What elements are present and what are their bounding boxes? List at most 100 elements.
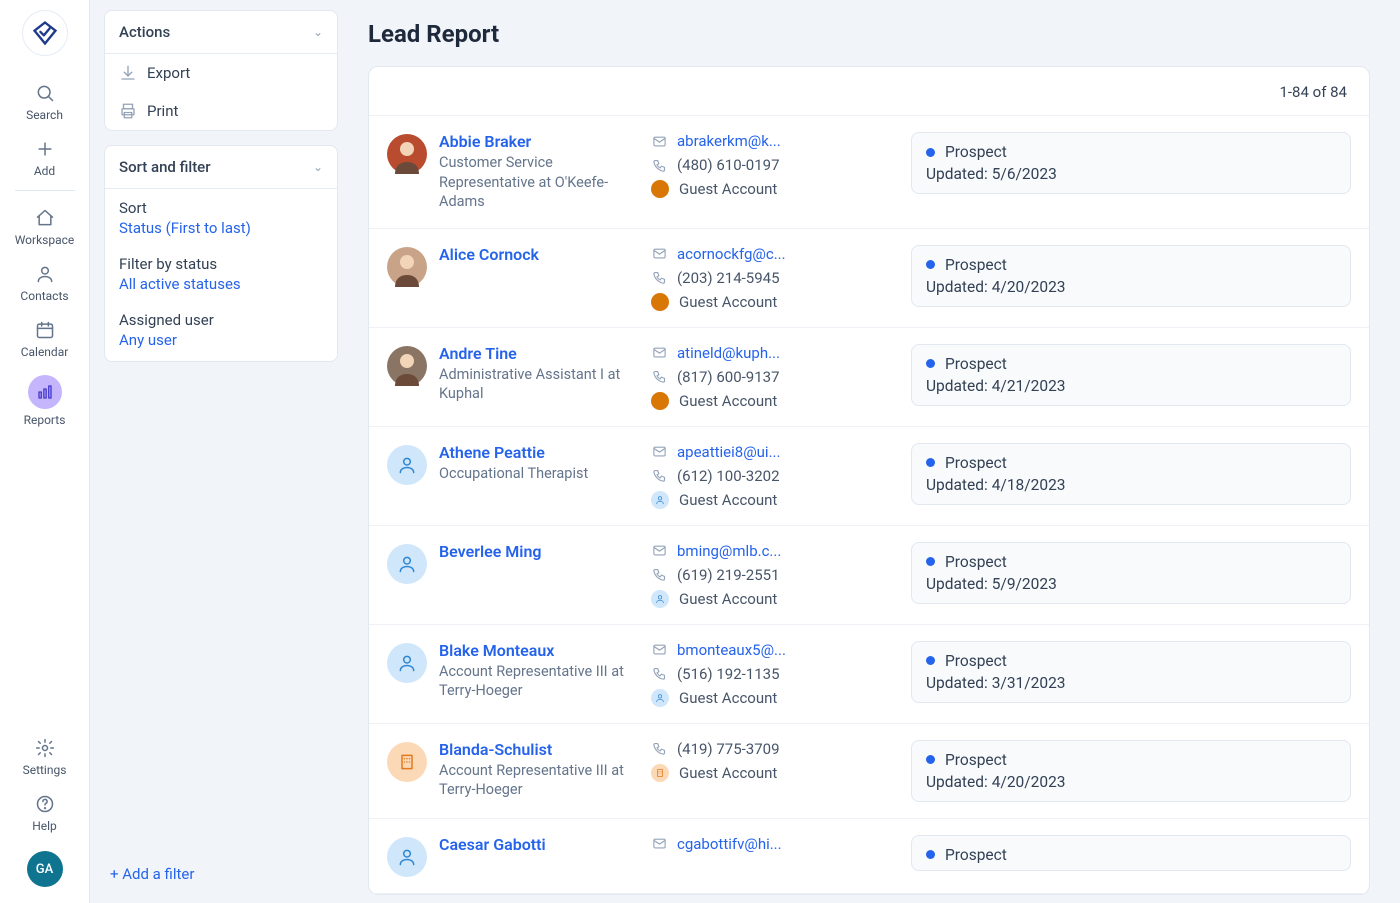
assigned-avatar bbox=[651, 491, 669, 509]
assigned-avatar bbox=[651, 689, 669, 707]
email-text: apeattiei8@ui... bbox=[677, 443, 780, 461]
lead-row[interactable]: Blanda-Schulist Account Representative I… bbox=[369, 724, 1369, 819]
sortfilter-title: Sort and filter bbox=[119, 158, 211, 176]
nav-item-contacts[interactable]: Contacts bbox=[10, 253, 80, 309]
nav-item-search[interactable]: Search bbox=[10, 72, 80, 128]
nav-item-settings[interactable]: Settings bbox=[10, 727, 80, 783]
status-label: Prospect bbox=[945, 143, 1007, 161]
lead-row[interactable]: Caesar Gabotti cgabottifv@hi... Prospect bbox=[369, 819, 1369, 894]
updated-date: 4/20/2023 bbox=[992, 773, 1066, 791]
lead-assigned: Guest Account bbox=[651, 590, 899, 608]
nav-item-help[interactable]: Help bbox=[10, 783, 80, 839]
nav-item-calendar[interactable]: Calendar bbox=[10, 309, 80, 365]
lead-phone[interactable]: (516) 192-1135 bbox=[651, 665, 899, 683]
email-text: bming@mlb.c... bbox=[677, 542, 781, 560]
lead-phone[interactable]: (480) 610-0197 bbox=[651, 156, 899, 174]
lead-email[interactable]: bmonteaux5@... bbox=[651, 641, 899, 659]
lead-row[interactable]: Abbie Braker Customer Service Representa… bbox=[369, 116, 1369, 229]
phone-icon bbox=[651, 369, 667, 384]
assigned-text: Guest Account bbox=[679, 590, 777, 608]
lead-phone[interactable]: (419) 775-3709 bbox=[651, 740, 899, 758]
lead-assigned: Guest Account bbox=[651, 491, 899, 509]
email-text: acornockfg@c... bbox=[677, 245, 786, 263]
lead-assigned: Guest Account bbox=[651, 764, 899, 782]
status-dot bbox=[926, 656, 935, 665]
action-export[interactable]: Export bbox=[105, 54, 337, 92]
lead-name[interactable]: Andre Tine bbox=[439, 344, 639, 363]
lead-name[interactable]: Blake Monteaux bbox=[439, 641, 639, 660]
search-icon bbox=[34, 82, 56, 104]
lead-email[interactable]: apeattiei8@ui... bbox=[651, 443, 899, 461]
lead-email[interactable]: abrakerkm@k... bbox=[651, 132, 899, 150]
status-box: Prospect bbox=[911, 835, 1351, 871]
add-filter-link[interactable]: + Add a filter bbox=[104, 855, 338, 893]
lead-name[interactable]: Alice Cornock bbox=[439, 245, 639, 264]
lead-row[interactable]: Andre Tine Administrative Assistant I at… bbox=[369, 328, 1369, 427]
lead-phone[interactable]: (612) 100-3202 bbox=[651, 467, 899, 485]
status-box: Prospect Updated:5/9/2023 bbox=[911, 542, 1351, 604]
lead-name[interactable]: Athene Peattie bbox=[439, 443, 639, 462]
user-avatar-badge[interactable]: GA bbox=[27, 851, 63, 887]
lead-name[interactable]: Caesar Gabotti bbox=[439, 835, 639, 854]
phone-icon bbox=[651, 270, 667, 285]
filter-status-value[interactable]: All active statuses bbox=[119, 275, 323, 293]
assigned-text: Guest Account bbox=[679, 180, 777, 198]
phone-icon bbox=[651, 468, 667, 483]
assigned-avatar bbox=[651, 590, 669, 608]
app-logo[interactable] bbox=[22, 10, 68, 56]
lead-row[interactable]: Blake Monteaux Account Representative II… bbox=[369, 625, 1369, 724]
lead-row[interactable]: Beverlee Ming bming@mlb.c... (619) 219-25… bbox=[369, 526, 1369, 625]
updated-date: 4/20/2023 bbox=[992, 278, 1066, 296]
lead-email[interactable]: acornockfg@c... bbox=[651, 245, 899, 263]
lead-email[interactable]: cgabottifv@hi... bbox=[651, 835, 899, 853]
sortfilter-panel: Sort and filter ⌄ Sort Status (First to … bbox=[104, 145, 338, 362]
nav-item-add[interactable]: Add bbox=[10, 128, 80, 184]
status-dot bbox=[926, 850, 935, 859]
assigned-section[interactable]: Assigned user Any user bbox=[105, 305, 337, 361]
lead-name[interactable]: Abbie Braker bbox=[439, 132, 639, 151]
lead-row[interactable]: Athene Peattie Occupational Therapist ap… bbox=[369, 427, 1369, 526]
email-text: atineld@kuph... bbox=[677, 344, 780, 362]
lead-contacts: abrakerkm@k... (480) 610-0197 Guest Accoun… bbox=[651, 132, 899, 198]
lead-name[interactable]: Beverlee Ming bbox=[439, 542, 639, 561]
lead-email[interactable]: bming@mlb.c... bbox=[651, 542, 899, 560]
lead-name[interactable]: Blanda-Schulist bbox=[439, 740, 639, 759]
lead-phone[interactable]: (619) 219-2551 bbox=[651, 566, 899, 584]
lead-contacts: apeattiei8@ui... (612) 100-3202 Guest Acco… bbox=[651, 443, 899, 509]
sort-section[interactable]: Sort Status (First to last) bbox=[105, 189, 337, 249]
filter-status-section[interactable]: Filter by status All active statuses bbox=[105, 249, 337, 305]
status-dot bbox=[926, 359, 935, 368]
action-print[interactable]: Print bbox=[105, 92, 337, 130]
lead-contacts: cgabottifv@hi... bbox=[651, 835, 899, 853]
sort-label: Sort bbox=[119, 199, 323, 217]
lead-phone[interactable]: (817) 600-9137 bbox=[651, 368, 899, 386]
lead-row[interactable]: Alice Cornock acornockfg@c... (203) 214-5… bbox=[369, 229, 1369, 328]
lead-avatar bbox=[387, 742, 427, 782]
phone-icon bbox=[651, 666, 667, 681]
nav-item-reports[interactable]: Reports bbox=[10, 365, 80, 433]
mail-icon bbox=[651, 836, 667, 851]
sort-value[interactable]: Status (First to last) bbox=[119, 219, 323, 237]
mail-icon bbox=[651, 134, 667, 149]
lead-phone[interactable]: (203) 214-5945 bbox=[651, 269, 899, 287]
lead-assigned: Guest Account bbox=[651, 392, 899, 410]
sortfilter-header[interactable]: Sort and filter ⌄ bbox=[105, 146, 337, 189]
assigned-value[interactable]: Any user bbox=[119, 331, 323, 349]
updated-date: 5/6/2023 bbox=[992, 165, 1057, 183]
filter-status-label: Filter by status bbox=[119, 255, 323, 273]
email-text: abrakerkm@k... bbox=[677, 132, 781, 150]
chevron-down-icon: ⌄ bbox=[313, 25, 323, 39]
nav-item-workspace[interactable]: Workspace bbox=[10, 197, 80, 253]
lead-avatar bbox=[387, 544, 427, 584]
status-box: Prospect Updated:4/18/2023 bbox=[911, 443, 1351, 505]
lead-avatar bbox=[387, 445, 427, 485]
nav-label: Search bbox=[26, 108, 63, 122]
lead-email[interactable]: atineld@kuph... bbox=[651, 344, 899, 362]
nav-label: Add bbox=[34, 164, 55, 178]
actions-panel: Actions ⌄ ExportPrint bbox=[104, 10, 338, 131]
mail-icon bbox=[651, 543, 667, 558]
phone-icon bbox=[651, 567, 667, 582]
status-box: Prospect Updated:3/31/2023 bbox=[911, 641, 1351, 703]
actions-header[interactable]: Actions ⌄ bbox=[105, 11, 337, 54]
updated-date: 3/31/2023 bbox=[992, 674, 1066, 692]
